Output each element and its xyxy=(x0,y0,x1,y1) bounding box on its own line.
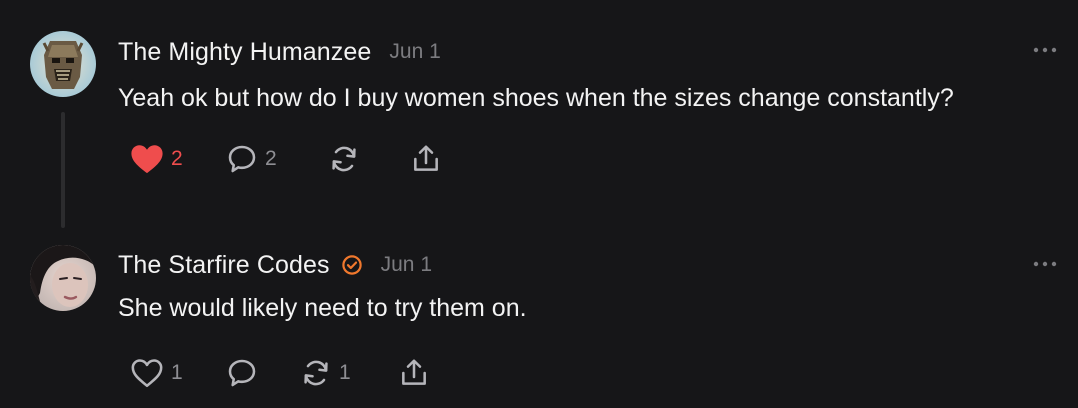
avatar[interactable] xyxy=(30,245,96,311)
share-button[interactable] xyxy=(410,142,442,176)
comment-button[interactable] xyxy=(226,356,265,390)
more-options-icon[interactable] xyxy=(1032,259,1058,269)
post-text: She would likely need to try them on. xyxy=(118,294,527,322)
share-icon xyxy=(410,143,442,175)
restack-button[interactable] xyxy=(328,142,367,176)
restack-button[interactable]: 1 xyxy=(300,356,351,390)
comment-button[interactable]: 2 xyxy=(226,142,277,176)
heart-filled-icon xyxy=(130,143,164,175)
heart-outline-icon xyxy=(130,357,164,389)
post-header: The Starfire Codes Jun 1 xyxy=(118,250,432,280)
post-header: The Mighty Humanzee Jun 1 xyxy=(118,37,441,67)
like-button[interactable]: 2 xyxy=(130,142,183,176)
thread-connector-line xyxy=(61,112,65,228)
like-count: 2 xyxy=(171,147,183,170)
comment-bubble-icon xyxy=(226,143,258,175)
like-button[interactable]: 1 xyxy=(130,356,183,390)
post-date[interactable]: Jun 1 xyxy=(381,253,432,277)
share-icon xyxy=(398,357,430,389)
author-name[interactable]: The Mighty Humanzee xyxy=(118,38,371,67)
restack-icon xyxy=(300,357,332,389)
author-name[interactable]: The Starfire Codes xyxy=(118,251,330,280)
share-button[interactable] xyxy=(398,356,430,390)
comment-bubble-icon xyxy=(226,357,258,389)
comment-count: 2 xyxy=(265,147,277,170)
verified-badge-icon xyxy=(341,254,363,276)
restack-icon xyxy=(328,143,360,175)
more-options-icon[interactable] xyxy=(1032,45,1058,55)
post-date[interactable]: Jun 1 xyxy=(389,40,440,64)
like-count: 1 xyxy=(171,361,183,384)
post-text: Yeah ok but how do I buy women shoes whe… xyxy=(118,84,954,112)
avatar[interactable] xyxy=(30,31,96,97)
restack-count: 1 xyxy=(339,361,351,384)
